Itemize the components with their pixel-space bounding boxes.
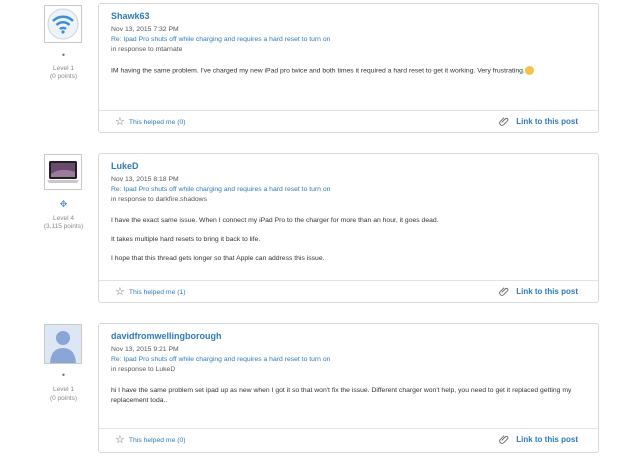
post-paragraph: IM having the same problem. I've charged… (111, 66, 581, 76)
link-to-post-button[interactable]: Link to this post (499, 286, 578, 297)
star-icon: ☆ (115, 434, 125, 446)
paperclip-icon (499, 117, 509, 126)
author-name-link[interactable]: davidfromwellingborough (111, 331, 222, 341)
avatar[interactable] (44, 324, 82, 364)
post-date: Nov 13, 2015 9:21 PM (111, 346, 179, 353)
paperclip-icon (499, 435, 509, 444)
author-name-link[interactable]: Shawk63 (111, 11, 150, 21)
post-footer: ☆ This helped me (1) Link to this post (99, 280, 598, 303)
helped-me-label: This helped me (0) (128, 118, 186, 126)
link-to-post-label: Link to this post (516, 117, 578, 126)
helped-me-button[interactable]: ☆ This helped me (0) (115, 434, 186, 446)
post-date: Nov 13, 2015 8:18 PM (111, 176, 179, 183)
post-body: I have the exact same issue. When I conn… (111, 216, 581, 270)
helped-me-button[interactable]: ☆ This helped me (0) (115, 116, 186, 128)
author-name-link[interactable]: LukeD (111, 161, 139, 171)
link-to-post-label: Link to this post (516, 287, 578, 296)
link-to-post-button[interactable]: Link to this post (499, 434, 578, 445)
post-card: LukeD Nov 13, 2015 8:18 PM Re: Ipad Pro … (98, 153, 599, 303)
thread-title-link[interactable]: Re: Ipad Pro shuts off while charging an… (111, 36, 330, 43)
thread-title-link[interactable]: Re: Ipad Pro shuts off while charging an… (111, 186, 330, 193)
post-paragraph: I have the exact same issue. When I conn… (111, 217, 439, 224)
helped-me-label: This helped me (1) (128, 288, 186, 296)
post-date: Nov 13, 2015 7:32 PM (111, 26, 179, 33)
avatar[interactable] (44, 154, 82, 190)
link-to-post-button[interactable]: Link to this post (499, 116, 578, 127)
helped-me-button[interactable]: ☆ This helped me (1) (115, 286, 186, 298)
laptop-icon (47, 161, 79, 183)
post-footer: ☆ This helped me (0) Link to this post (99, 428, 598, 451)
star-icon: ☆ (115, 286, 125, 298)
link-to-post-label: Link to this post (516, 435, 578, 444)
post-card: Shawk63 Nov 13, 2015 7:32 PM Re: Ipad Pr… (98, 3, 599, 133)
avatar[interactable] (44, 5, 82, 43)
post-paragraph: hi I have the same problem set ipad up a… (111, 387, 572, 404)
star-icon: ☆ (115, 116, 125, 128)
in-response-to: in response to mtarnate (111, 46, 183, 53)
in-response-to: in response to darkfire.shadows (111, 196, 207, 203)
in-response-to: in response to LukeD (111, 366, 176, 373)
post-card: davidfromwellingborough Nov 13, 2015 9:2… (98, 323, 599, 453)
thread-title-link[interactable]: Re: Ipad Pro shuts off while charging an… (111, 356, 330, 363)
smiley-icon (524, 66, 534, 75)
post-body: hi I have the same problem set ipad up a… (111, 386, 581, 412)
post-paragraph: It takes multiple hard resets to bring i… (111, 236, 261, 243)
wifi-icon (47, 8, 79, 40)
post-body: IM having the same problem. I've charged… (111, 66, 581, 82)
helped-me-label: This helped me (0) (128, 436, 186, 444)
paperclip-icon (499, 287, 509, 296)
post-paragraph: I hope that this thread gets longer so t… (111, 255, 325, 262)
post-footer: ☆ This helped me (0) Link to this post (99, 110, 598, 133)
user-silhouette-icon (45, 325, 81, 363)
